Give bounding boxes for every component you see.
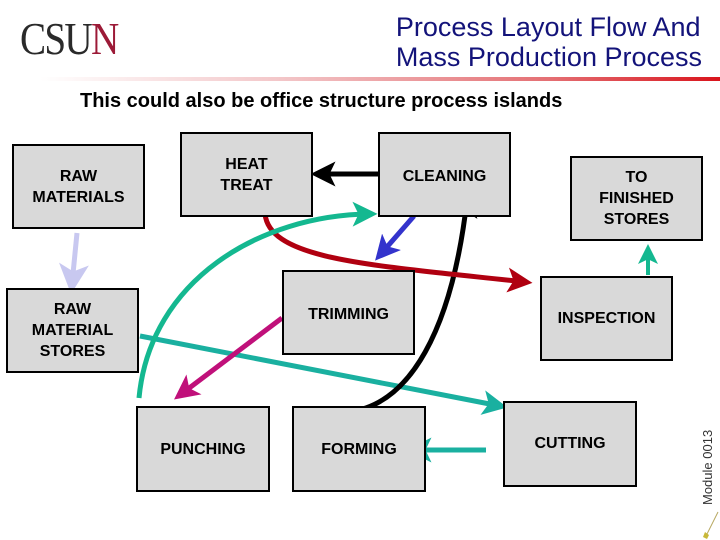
station-label: RAW [59,167,98,185]
station-label: CLEANING [402,168,487,185]
station-inspection: INSPECTION [540,276,673,361]
station-label: STORES [39,343,106,360]
station-label: INSPECTION [557,310,656,327]
station-label: CUTTING [534,435,606,452]
station-trimming: TRIMMING [282,270,415,355]
arrow-cleaning-to-trimming [375,214,416,261]
station-label: TREAT [220,177,273,194]
station-label: PUNCHING [160,440,246,458]
arrow-trimming-to-punching [174,316,284,400]
station-raw-material-stores: RAW MATERIAL STORES [6,288,139,373]
station-label: FINISHED [599,190,674,207]
station-label: TRIMMING [308,306,389,323]
station-punching: PUNCHING [136,406,270,492]
station-cleaning: CLEANING [378,132,511,217]
arrow-raw-materials-to-stores [59,232,89,294]
station-label: STORES [603,211,670,228]
station-cutting: CUTTING [503,401,637,487]
station-label: HEAT [225,156,268,173]
station-label: RAW [53,301,92,318]
station-label: MATERIAL [31,322,114,339]
station-heat-treat: HEAT TREAT [180,132,313,217]
station-label: MATERIALS [32,188,125,206]
station-forming: FORMING [292,406,426,492]
module-label: Module 0013 [700,429,715,505]
station-label: FORMING [321,440,397,458]
station-raw-materials: RAW MATERIALS [12,144,145,229]
station-to-finished-stores: TO FINISHED STORES [570,156,703,241]
station-label: TO [625,169,648,186]
pencil-icon [703,511,719,539]
